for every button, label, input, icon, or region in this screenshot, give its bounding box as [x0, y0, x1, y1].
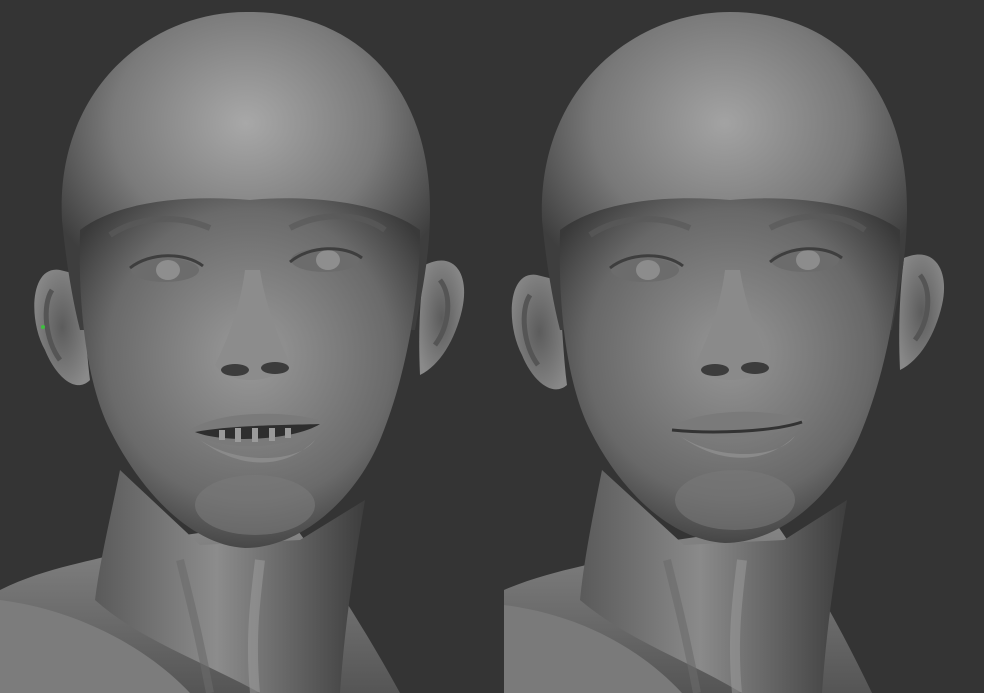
selection-marker-icon	[41, 325, 45, 329]
left-head-sculpt	[0, 11, 465, 693]
left-sculpt-render	[0, 0, 492, 693]
right-sculpt-render	[492, 0, 984, 693]
right-head-sculpt	[504, 12, 945, 693]
render-comparison	[0, 0, 984, 693]
